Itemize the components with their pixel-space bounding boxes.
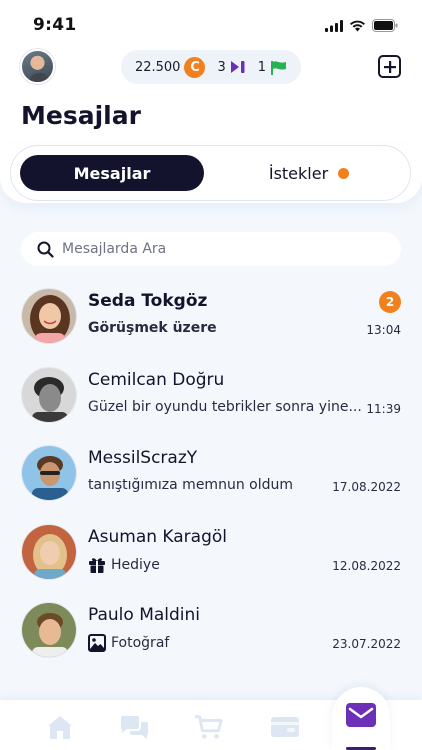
message-time: 17.08.2022 xyxy=(332,480,401,494)
home-icon xyxy=(48,716,72,739)
status-time: 9:41 xyxy=(33,15,77,35)
game-count: 3 xyxy=(217,59,226,75)
message-time: 11:39 xyxy=(366,402,401,416)
coin-count: 22.500 xyxy=(134,59,181,75)
nav-wallet[interactable] xyxy=(270,712,300,742)
contact-avatar xyxy=(21,602,77,658)
last-message: Fotoğraf xyxy=(88,634,169,652)
contact-name: MessilScrazY xyxy=(88,448,198,468)
message-text: tanıştığımıza memnun oldum xyxy=(88,477,293,493)
flag-icon xyxy=(270,60,287,75)
signal-icon xyxy=(325,17,343,36)
top-bar: 22.500 C 3 1 xyxy=(0,48,422,88)
nav-messages[interactable] xyxy=(332,687,390,750)
conversation-item[interactable]: MessilScrazY tanıştığımıza memnun oldum … xyxy=(0,436,422,514)
search-bar[interactable] xyxy=(21,232,401,266)
contact-avatar xyxy=(21,524,77,580)
message-time: 13:04 xyxy=(366,323,401,337)
conversation-item[interactable]: Asuman Karagöl Hediye 12.08.2022 xyxy=(0,515,422,593)
play-icon xyxy=(230,60,246,74)
last-message: tanıştığımıza memnun oldum xyxy=(88,477,293,493)
flag-count: 1 xyxy=(257,59,267,75)
last-message: Hediye xyxy=(88,556,160,574)
message-text: Güzel bir oyundu tebrikler sonra yine... xyxy=(88,399,362,415)
nav-home[interactable] xyxy=(45,712,75,742)
nav-chat[interactable] xyxy=(119,712,149,742)
contact-name: Paulo Maldini xyxy=(88,605,201,625)
tab-requests[interactable]: İstekler xyxy=(215,155,403,191)
search-input[interactable] xyxy=(62,241,382,257)
wallet-icon xyxy=(271,717,299,737)
contact-name: Cemilcan Doğru xyxy=(88,370,225,390)
last-message: Güzel bir oyundu tebrikler sonra yine... xyxy=(88,399,362,415)
status-bar: 9:41 xyxy=(0,0,422,48)
contact-name: Seda Tokgöz xyxy=(88,291,208,311)
tab-switch: Mesajlar İstekler xyxy=(10,145,411,201)
wifi-icon xyxy=(349,17,366,36)
bottom-nav xyxy=(0,687,422,750)
gift-icon xyxy=(88,556,106,574)
conversation-item[interactable]: Paulo Maldini Fotoğraf 23.07.2022 xyxy=(0,593,422,671)
contact-avatar xyxy=(21,445,77,501)
plus-icon xyxy=(383,60,396,73)
nav-cart[interactable] xyxy=(194,712,224,742)
message-text: Görüşmek üzere xyxy=(88,320,217,336)
status-icons xyxy=(325,17,398,36)
conversation-item[interactable]: Cemilcan Doğru Güzel bir oyundu tebrikle… xyxy=(0,358,422,436)
page-title: Mesajlar xyxy=(21,101,141,130)
message-text: Hediye xyxy=(111,557,160,573)
notification-dot xyxy=(338,167,350,179)
conversation-item[interactable]: Seda Tokgöz Görüşmek üzere 2 13:04 xyxy=(0,279,422,357)
image-icon xyxy=(88,634,106,652)
mail-icon xyxy=(346,703,376,727)
contact-avatar xyxy=(21,288,77,344)
last-message: Görüşmek üzere xyxy=(88,320,217,336)
tab-bar: Mesajlar İstekler xyxy=(0,145,422,203)
profile-avatar[interactable] xyxy=(20,49,55,84)
coin-icon: C xyxy=(184,56,206,78)
message-time: 12.08.2022 xyxy=(332,559,401,573)
unread-badge: 2 xyxy=(379,291,401,313)
tab-requests-label: İstekler xyxy=(268,163,329,183)
contact-name: Asuman Karagöl xyxy=(88,527,228,547)
nav-messages-highlight xyxy=(340,699,382,737)
battery-icon xyxy=(372,17,398,36)
stats-pill[interactable]: 22.500 C 3 1 xyxy=(121,50,301,84)
message-text: Fotoğraf xyxy=(111,635,170,651)
tab-messages-label: Mesajlar xyxy=(73,163,151,183)
add-button[interactable] xyxy=(378,55,401,78)
message-time: 23.07.2022 xyxy=(332,637,401,651)
tab-messages[interactable]: Mesajlar xyxy=(20,155,204,191)
contact-avatar xyxy=(21,367,77,423)
chat-icon xyxy=(120,716,149,739)
cart-icon xyxy=(194,715,223,739)
search-icon xyxy=(37,241,54,258)
